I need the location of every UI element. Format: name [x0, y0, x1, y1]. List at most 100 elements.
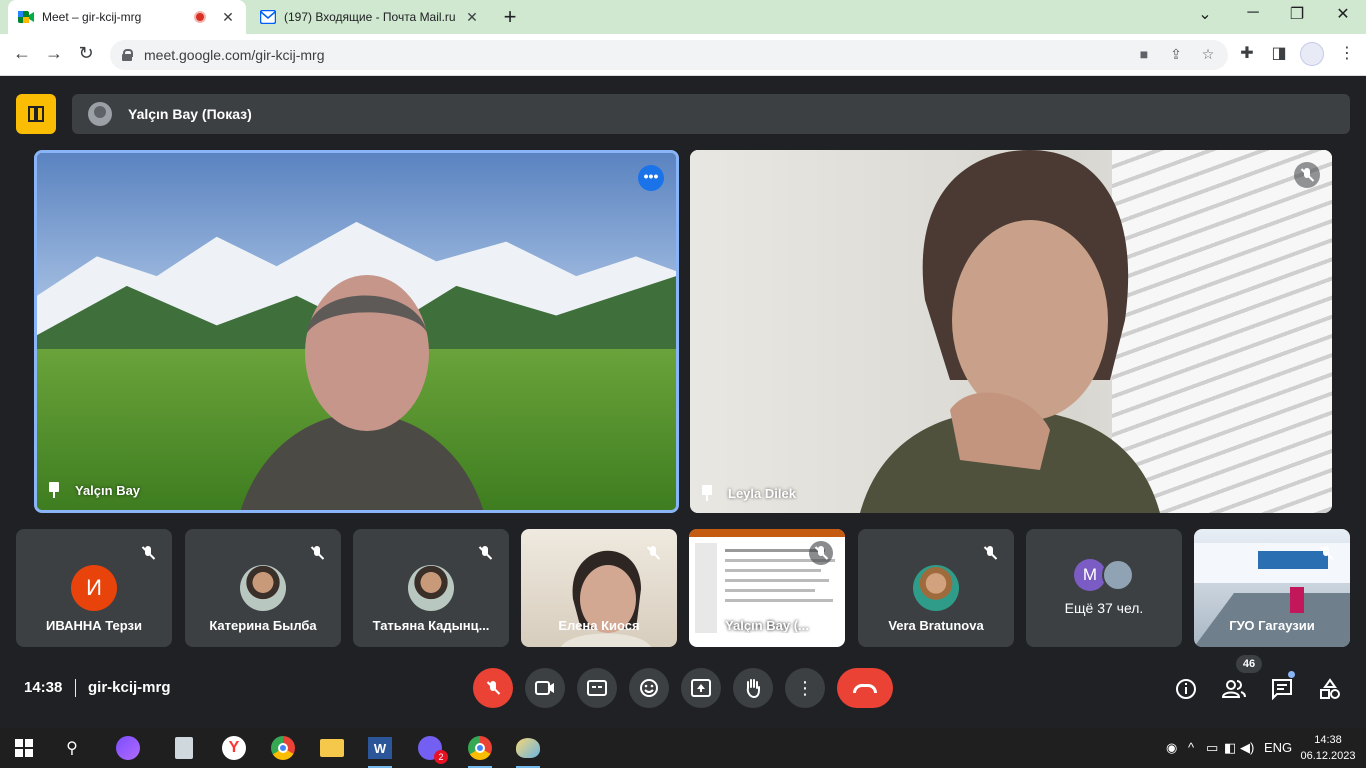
back-arrow-icon[interactable]: ←: [10, 43, 34, 64]
close-window-button[interactable]: ✕: [1328, 4, 1358, 24]
minimize-button[interactable]: ─: [1238, 4, 1268, 22]
taskbar-time: 14:38: [1314, 734, 1342, 746]
presenting-banner[interactable]: Yalçın Bay (Показ): [72, 94, 1350, 134]
microphone-toggle-button[interactable]: [473, 668, 513, 708]
show-hidden-icons-chevron-icon[interactable]: ^: [1188, 740, 1194, 755]
stacked-avatars: M: [1074, 559, 1138, 591]
tab-meet[interactable]: Meet – gir-kcij-mrg ✕: [8, 0, 246, 34]
search-icon[interactable]: ⚲: [58, 734, 86, 762]
muted-badge: [1294, 162, 1320, 188]
network-icon[interactable]: ◧: [1224, 740, 1236, 756]
battery-icon[interactable]: ▭: [1206, 740, 1218, 756]
info-icon: [1176, 679, 1196, 699]
participant-tile-main[interactable]: ••• Yalçın Bay: [34, 150, 679, 513]
profile-avatar[interactable]: [1300, 42, 1324, 66]
restore-button[interactable]: ❐: [1282, 4, 1312, 24]
language-indicator[interactable]: ENG: [1264, 740, 1292, 755]
leave-call-button[interactable]: [837, 668, 893, 708]
participant-name: Vera Bratunova: [888, 618, 984, 633]
participant-name: ИВАННА Терзи: [46, 618, 142, 633]
notification-badge: 2: [434, 750, 448, 764]
unread-indicator: [1288, 671, 1295, 678]
calculator-icon[interactable]: [170, 734, 198, 762]
camera-toggle-button[interactable]: [525, 668, 565, 708]
bookmark-star-icon[interactable]: ☆: [1198, 46, 1218, 63]
tab-mail[interactable]: (197) Входящие - Почта Mail.ru ✕: [250, 0, 490, 34]
viber-tray-icon[interactable]: ◉: [1166, 740, 1177, 756]
mic-off-icon: [1319, 546, 1333, 560]
address-bar[interactable]: meet.google.com/gir-kcij-mrg ■ ⇪ ☆: [110, 40, 1228, 70]
emoji-icon: [640, 679, 658, 697]
participant-tile[interactable]: Елена Киося: [521, 529, 677, 647]
share-icon[interactable]: ⇪: [1166, 46, 1186, 63]
lock-icon[interactable]: [122, 49, 133, 61]
close-tab-icon[interactable]: ✕: [220, 9, 236, 26]
presenting-text: Yalçın Bay (Показ): [128, 106, 252, 122]
pin-icon: [700, 485, 714, 501]
close-tab-icon[interactable]: ✕: [464, 9, 480, 26]
chat-button[interactable]: [1266, 673, 1298, 705]
participant-tile[interactable]: Татьяна Кадынц...: [353, 529, 509, 647]
url-text: meet.google.com/gir-kcij-mrg: [144, 47, 325, 63]
chrome-active-icon[interactable]: [458, 728, 502, 768]
present-screen-button[interactable]: [681, 668, 721, 708]
captions-button[interactable]: [577, 668, 617, 708]
paint-icon[interactable]: [514, 734, 542, 768]
pin-icon: [47, 482, 61, 498]
presentation-toggle-button[interactable]: [16, 94, 56, 134]
call-end-icon: [853, 683, 877, 693]
mic-off-icon: [478, 546, 492, 560]
raise-hand-button[interactable]: [733, 668, 773, 708]
viber-icon[interactable]: 2: [416, 734, 448, 764]
more-options-button[interactable]: ⋮: [785, 668, 825, 708]
mic-off-icon: [983, 546, 997, 560]
taskbar-date: 06.12.2023: [1300, 750, 1356, 762]
extensions-puzzle-icon[interactable]: ✚: [1236, 43, 1258, 63]
activities-shapes-icon: [1320, 678, 1340, 699]
participant-video-person: [240, 275, 484, 510]
participant-name: Leyla Dilek: [728, 485, 796, 501]
mic-off-icon: [141, 546, 155, 560]
mic-off-icon: [646, 546, 660, 560]
browser-menu-icon[interactable]: ⋮: [1336, 43, 1358, 63]
participant-tile-main[interactable]: Leyla Dilek: [690, 150, 1332, 513]
meet-stage: Yalçın Bay (Показ) ••• Yalçın Bay Leyla …: [0, 77, 1366, 728]
participant-name: Татьяна Кадынц...: [372, 618, 490, 633]
slide-header-bar: [689, 529, 845, 537]
taskbar-clock[interactable]: 14:38 06.12.2023: [1300, 732, 1356, 764]
participant-name: Yalçın Bay (...: [725, 618, 809, 633]
volume-icon[interactable]: ◀): [1240, 740, 1254, 756]
participant-tile[interactable]: Катерина Былба: [185, 529, 341, 647]
windows-taskbar: ⚲ Y W 2 ◉ ^ ▭ ◧ ◀) ENG 14:38 06.12.2023: [0, 728, 1366, 768]
google-meet-icon: [18, 9, 34, 25]
reactions-button[interactable]: [629, 668, 669, 708]
side-panel-icon[interactable]: ◨: [1268, 43, 1290, 63]
chrome-icon[interactable]: [269, 734, 297, 762]
more-vert-icon: ⋮: [796, 677, 814, 698]
more-participants-tile[interactable]: M Ещё 37 чел.: [1026, 529, 1182, 647]
alice-assistant-icon[interactable]: [114, 734, 142, 762]
meeting-details-button[interactable]: [1170, 673, 1202, 705]
participant-name: Елена Киося: [558, 618, 640, 633]
start-windows-icon[interactable]: [10, 734, 38, 762]
participant-tile[interactable]: И ИВАННА Терзи: [16, 529, 172, 647]
word-icon[interactable]: W: [366, 734, 394, 768]
avatar: И: [71, 565, 117, 611]
file-explorer-icon[interactable]: [318, 734, 346, 762]
reload-icon[interactable]: ↻: [74, 43, 98, 64]
activities-button[interactable]: [1314, 673, 1346, 705]
camera-in-use-icon[interactable]: ■: [1134, 46, 1154, 62]
more-options-button[interactable]: •••: [638, 165, 664, 191]
new-tab-button[interactable]: +: [498, 4, 522, 30]
participant-tile[interactable]: ГУО Гагаузии: [1194, 529, 1350, 647]
muted-badge: [136, 541, 160, 565]
tab-title: (197) Входящие - Почта Mail.ru: [284, 10, 456, 24]
people-button[interactable]: [1218, 673, 1250, 705]
hand-icon: [746, 679, 760, 698]
participant-tile[interactable]: Vera Bratunova: [858, 529, 1014, 647]
mail-icon: [260, 9, 276, 25]
forward-arrow-icon[interactable]: →: [42, 43, 66, 64]
yandex-browser-icon[interactable]: Y: [220, 734, 248, 762]
participant-tile-presentation[interactable]: Yalçın Bay (...: [689, 529, 845, 647]
tab-search-chevron-down-icon[interactable]: ⌄: [1190, 4, 1220, 24]
